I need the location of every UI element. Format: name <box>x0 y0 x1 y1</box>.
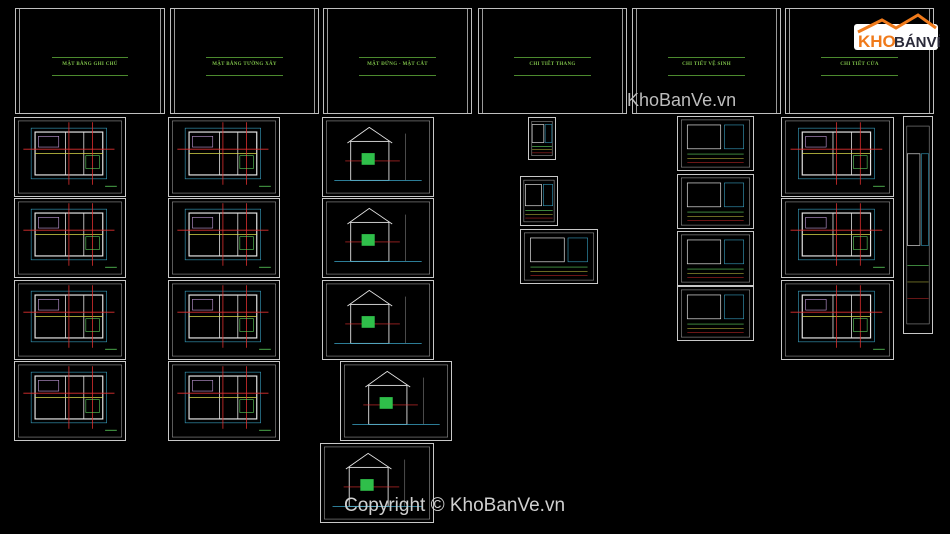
title-sheet-label: MẶT BẰNG GHI CHÚ <box>62 62 118 67</box>
drawing <box>326 120 430 194</box>
drawing <box>785 283 890 357</box>
title-sheet-label: MẶT ĐỨNG - MẶT CẮT <box>367 62 428 67</box>
elevation-sheet[interactable] <box>322 198 434 278</box>
khobanve-logo: KHO BÁNVẼ <box>854 13 940 51</box>
drawing <box>523 179 555 223</box>
cad-model-space[interactable]: MẶT BẰNG GHI CHÚ MẶT BẰNG TƯỜNG XÂY MẶT … <box>0 0 950 534</box>
section-sheet[interactable] <box>322 280 434 360</box>
drawing <box>18 120 122 194</box>
title-sheet-mat-bang-tuong-xay[interactable]: MẶT BẰNG TƯỜNG XÂY <box>170 8 319 114</box>
toilet-detail-sheet[interactable] <box>677 116 754 171</box>
door-detail-sheet[interactable] <box>903 116 933 334</box>
drawing <box>18 201 122 275</box>
drawing <box>681 234 750 283</box>
svg-text:KHO: KHO <box>858 32 896 51</box>
watermark-copyright: Copyright © KhoBanVe.vn <box>344 495 566 516</box>
drawing <box>681 119 750 168</box>
title-sheet-label: MẶT BẰNG TƯỜNG XÂY <box>212 62 277 67</box>
toilet-detail-sheet[interactable] <box>677 231 754 286</box>
svg-text:BÁNVẼ: BÁNVẼ <box>894 33 940 51</box>
floor-plan-sheet[interactable] <box>14 280 126 360</box>
drawing <box>906 125 930 325</box>
drawing <box>785 120 890 194</box>
toilet-detail-sheet[interactable] <box>677 286 754 341</box>
section-sheet[interactable] <box>340 361 452 441</box>
title-sheet-mat-dung-mat-cat[interactable]: MẶT ĐỨNG - MẶT CẮT <box>323 8 472 114</box>
door-plan-sheet[interactable] <box>781 117 894 197</box>
drawing <box>172 364 276 438</box>
title-sheet-label: CHI TIẾT THANG <box>529 62 576 67</box>
drawing <box>524 232 594 281</box>
drawing <box>681 289 750 338</box>
wall-plan-sheet[interactable] <box>168 198 280 278</box>
drawing <box>785 201 890 275</box>
drawing <box>681 177 750 226</box>
wall-plan-sheet[interactable] <box>168 117 280 197</box>
stair-detail-sheet[interactable] <box>520 229 598 284</box>
floor-plan-sheet[interactable] <box>14 361 126 441</box>
door-plan-sheet[interactable] <box>781 198 894 278</box>
wall-plan-sheet[interactable] <box>168 361 280 441</box>
title-sheet-chi-tiet-thang[interactable]: CHI TIẾT THANG <box>478 8 627 114</box>
drawing <box>172 201 276 275</box>
stair-detail-sheet[interactable] <box>520 176 558 226</box>
title-sheet-mat-bang-ghi-chu[interactable]: MẶT BẰNG GHI CHÚ <box>15 8 165 114</box>
door-plan-sheet[interactable] <box>781 280 894 360</box>
toilet-detail-sheet[interactable] <box>677 174 754 229</box>
stair-detail-sheet[interactable] <box>528 117 556 160</box>
drawing <box>531 121 553 156</box>
drawing <box>326 283 430 357</box>
floor-plan-sheet[interactable] <box>14 198 126 278</box>
title-sheet-label: CHI TIẾT CỬA <box>840 62 879 67</box>
drawing <box>18 364 122 438</box>
drawing <box>172 283 276 357</box>
drawing <box>18 283 122 357</box>
elevation-sheet[interactable] <box>322 117 434 197</box>
drawing <box>172 120 276 194</box>
wall-plan-sheet[interactable] <box>168 280 280 360</box>
floor-plan-sheet[interactable] <box>14 117 126 197</box>
watermark-top: KhoBanVe.vn <box>627 90 737 110</box>
drawing <box>344 364 448 438</box>
drawing <box>326 201 430 275</box>
title-sheet-label: CHI TIẾT VỆ SINH <box>682 62 731 67</box>
